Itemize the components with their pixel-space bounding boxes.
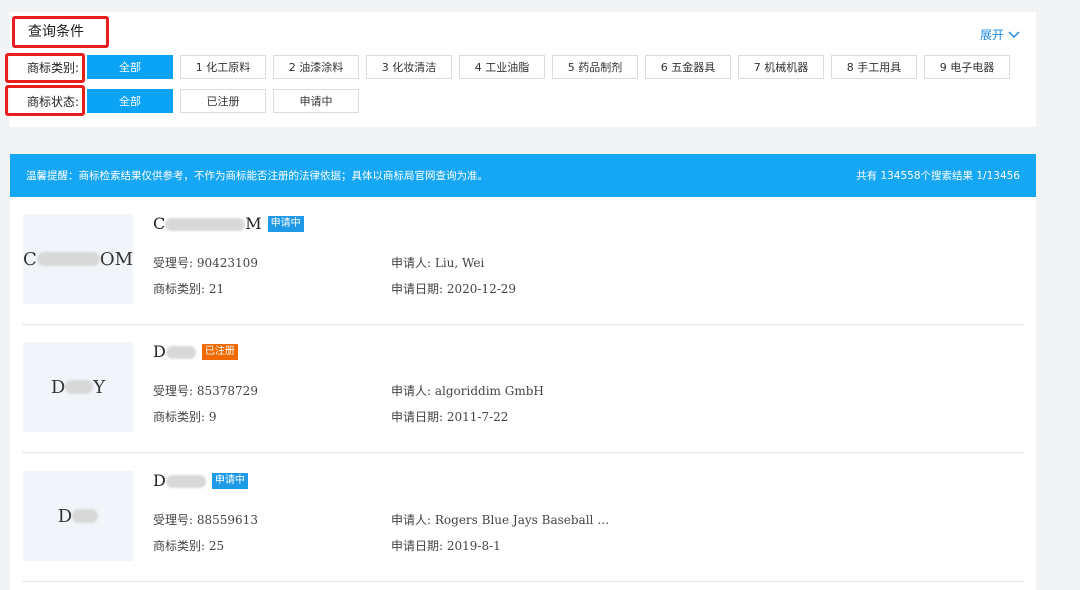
- trademark-class: 商标类别: 25: [153, 539, 225, 553]
- applicant: 申请人: algoriddim GmbH: [391, 384, 544, 398]
- name-text-start: C: [153, 214, 166, 233]
- trademark-class: 商标类别: 9: [153, 410, 217, 424]
- redaction-blur: [72, 509, 99, 523]
- trademark-name[interactable]: D 已注册: [153, 342, 238, 361]
- category-option-4[interactable]: 4 工业油脂: [459, 55, 545, 79]
- category-options: 全部 1 化工原料 2 油漆涂料 3 化妆清洁 4 工业油脂 5 药品制剂 6 五金器具 7 …: [87, 55, 1010, 79]
- apply-date: 申请日期: 2019-8-1: [391, 539, 501, 553]
- category-option-9[interactable]: 9 电子电器: [924, 55, 1010, 79]
- expand-label: 展开: [979, 28, 1004, 42]
- category-option-2[interactable]: 2 油漆涂料: [273, 55, 359, 79]
- thumb-text-end: OM: [99, 248, 133, 270]
- trademark-class: 商标类别: 21: [153, 282, 225, 296]
- reg-no: 受理号: 90423109: [153, 256, 258, 270]
- status-label: 商标状态:: [26, 94, 80, 109]
- reg-no: 受理号: 88559613: [153, 513, 258, 527]
- reg-no: 受理号: 85378729: [153, 384, 258, 398]
- thumb-text-start: D: [50, 376, 66, 398]
- category-option-7[interactable]: 7 机械机器: [738, 55, 824, 79]
- redaction-blur: [165, 218, 246, 231]
- status-option-1[interactable]: 已注册: [180, 89, 266, 113]
- expand-toggle[interactable]: 展开: [980, 26, 1020, 43]
- redaction-blur: [65, 380, 94, 394]
- category-option-1[interactable]: 1 化工原料: [180, 55, 266, 79]
- divider: [22, 581, 1024, 582]
- result-item[interactable]: D D 申请中 受理号: 88559613 商标类别: 25 申请人: Roge…: [10, 454, 1036, 582]
- divider: [22, 452, 1024, 453]
- results-panel: 温馨提醒：商标检索结果仅供参考，不作为商标能否注册的法律依据；具体以商标局官网查…: [10, 154, 1036, 590]
- apply-date: 申请日期: 2020-12-29: [391, 282, 517, 296]
- category-option-5[interactable]: 5 药品制剂: [552, 55, 638, 79]
- redaction-blur: [165, 475, 206, 488]
- result-count: 共有 134558个搜索结果 1/13456: [856, 170, 1020, 182]
- thumb-text-start: D: [57, 505, 73, 527]
- status-badge: 申请中: [267, 215, 304, 232]
- status-badge: 已注册: [201, 343, 238, 360]
- redaction-blur: [36, 252, 100, 266]
- notice-text: 温馨提醒：商标检索结果仅供参考，不作为商标能否注册的法律依据；具体以商标局官网查…: [26, 170, 488, 182]
- status-option-2[interactable]: 申请中: [273, 89, 359, 113]
- trademark-name[interactable]: D 申请中: [153, 471, 248, 490]
- result-item[interactable]: DY D 已注册 受理号: 85378729 商标类别: 9 申请人: algo…: [10, 325, 1036, 453]
- status-options: 全部 已注册 申请中: [87, 89, 359, 113]
- thumb-text-start: C: [23, 248, 37, 270]
- category-option-0[interactable]: 全部: [87, 55, 173, 79]
- applicant: 申请人: Liu, Wei: [391, 256, 485, 270]
- redaction-blur: [165, 346, 196, 359]
- trademark-thumbnail[interactable]: D: [23, 471, 133, 561]
- applicant: 申请人: Rogers Blue Jays Baseball …: [391, 513, 610, 527]
- notice-bar: 温馨提醒：商标检索结果仅供参考，不作为商标能否注册的法律依据；具体以商标局官网查…: [10, 154, 1036, 197]
- name-text-start: D: [153, 471, 166, 490]
- status-option-0[interactable]: 全部: [87, 89, 173, 113]
- trademark-thumbnail[interactable]: DY: [23, 342, 133, 432]
- thumb-text-end: Y: [93, 376, 106, 398]
- chevron-down-icon: [1008, 30, 1020, 38]
- category-label: 商标类别:: [26, 60, 80, 75]
- result-item[interactable]: C OM C M 申请中 受理号: 90423109 商标类别: 21 申请人: L…: [10, 197, 1036, 325]
- filter-panel: 查询条件 展开 商标类别: 全部 1 化工原料 2 油漆涂料 3 化妆清洁 4 工业油脂…: [10, 12, 1036, 127]
- status-badge: 申请中: [211, 472, 248, 489]
- filter-title: 查询条件: [28, 24, 84, 40]
- apply-date: 申请日期: 2011-7-22: [391, 410, 509, 424]
- category-option-6[interactable]: 6 五金器具: [645, 55, 731, 79]
- trademark-name[interactable]: C M 申请中: [153, 214, 304, 233]
- name-text-end: M: [245, 214, 262, 233]
- category-option-8[interactable]: 8 手工用具: [831, 55, 917, 79]
- trademark-thumbnail[interactable]: C OM: [23, 214, 133, 304]
- category-option-3[interactable]: 3 化妆清洁: [366, 55, 452, 79]
- name-text-start: D: [153, 342, 166, 361]
